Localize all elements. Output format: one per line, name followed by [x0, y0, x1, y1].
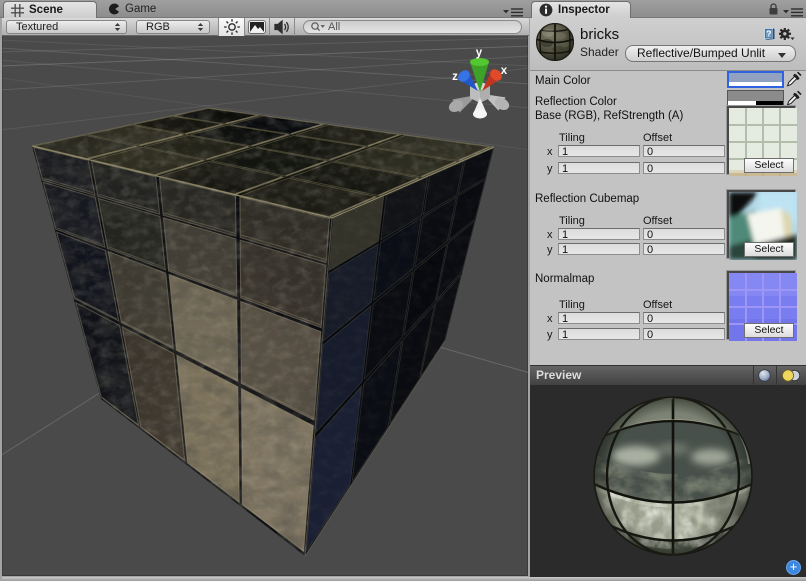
- svg-text:z: z: [452, 71, 458, 83]
- svg-text:?: ?: [766, 28, 771, 38]
- svg-text:y: y: [476, 47, 483, 59]
- svg-text:x: x: [501, 65, 508, 77]
